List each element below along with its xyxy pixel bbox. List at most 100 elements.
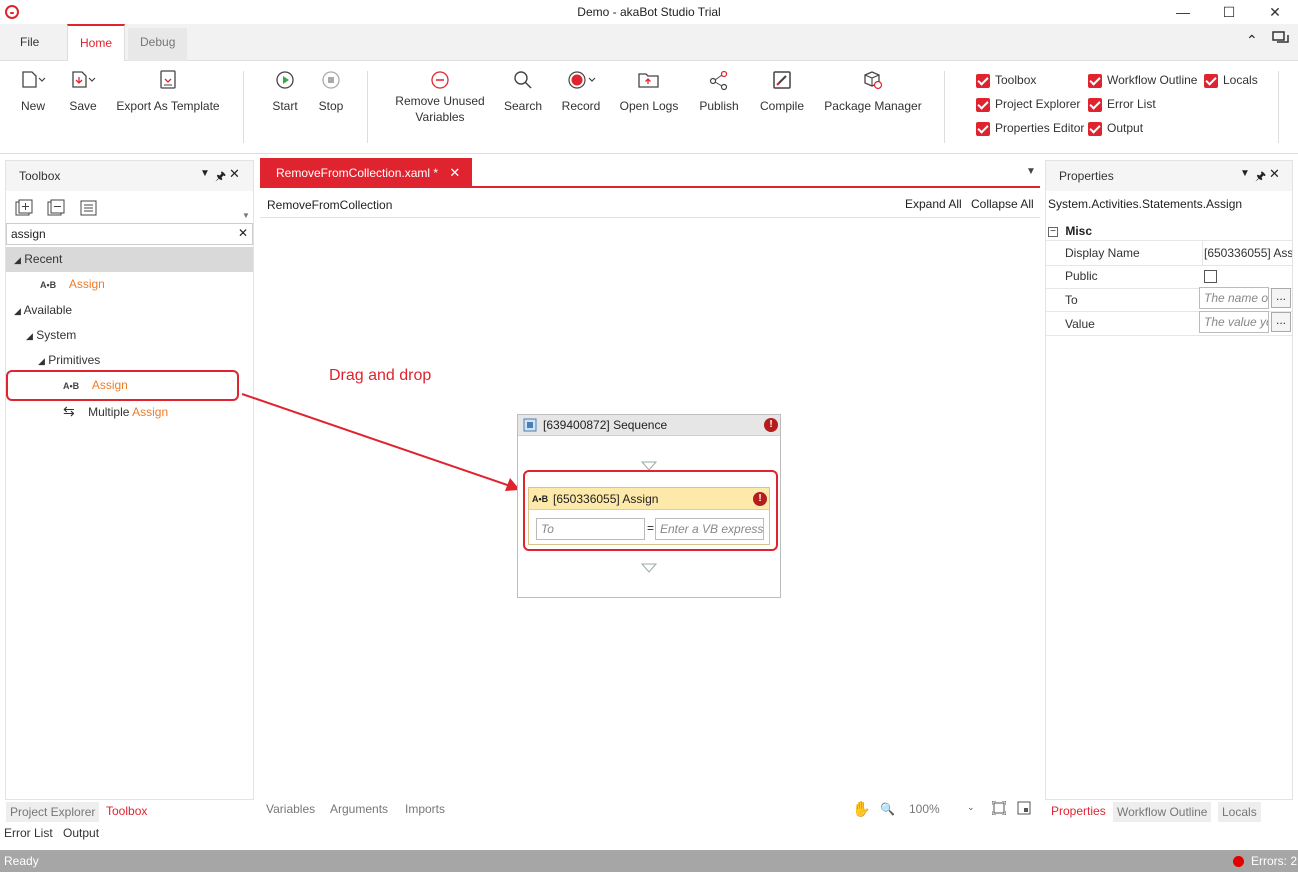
prop-row-public: Public bbox=[1046, 264, 1292, 289]
tree-category-recent[interactable]: ◢ Recent bbox=[6, 247, 253, 272]
properties-panel: Properties ▼ 🖈 ✕ System.Activities.State… bbox=[1045, 160, 1293, 800]
ribbon-separator bbox=[1278, 71, 1279, 143]
remove-circle-icon bbox=[392, 69, 488, 91]
checkbox-checked-icon bbox=[976, 97, 990, 112]
tree-item-multiple-assign[interactable]: ⇆ Multiple Assign bbox=[63, 399, 168, 424]
compile-button[interactable]: Compile bbox=[757, 69, 807, 113]
error-count[interactable]: Errors: 2 bbox=[1251, 854, 1297, 868]
tab-output[interactable]: Output bbox=[63, 823, 99, 843]
ribbon-separator bbox=[243, 71, 244, 143]
tab-variables[interactable]: Variables bbox=[266, 799, 315, 819]
tab-properties[interactable]: Properties bbox=[1051, 801, 1106, 821]
toolbox-panel: Toolbox ▼ 🖈 ✕ ▼ assign ✕ ◢ Recent A•B As… bbox=[5, 160, 254, 800]
collapse-category-icon[interactable]: − bbox=[1048, 226, 1058, 237]
stop-icon bbox=[315, 69, 347, 91]
toggle-toolbox[interactable]: Toolbox bbox=[976, 72, 1036, 88]
package-manager-button[interactable]: Package Manager bbox=[823, 69, 923, 113]
pin-icon[interactable]: 🖈 bbox=[1255, 167, 1266, 188]
stop-button[interactable]: Stop bbox=[315, 69, 347, 113]
expanded-triangle-icon: ◢ bbox=[26, 331, 33, 341]
expanded-triangle-icon: ◢ bbox=[14, 306, 21, 316]
prop-row-to: To The name o ... bbox=[1046, 287, 1292, 312]
toggle-project-explorer[interactable]: Project Explorer bbox=[976, 96, 1080, 112]
expand-all-icon[interactable] bbox=[14, 199, 34, 220]
status-bar: Ready Errors: 2 bbox=[0, 850, 1298, 872]
minimize-icon[interactable]: — bbox=[1172, 2, 1194, 22]
tab-error-list[interactable]: Error List bbox=[4, 823, 53, 843]
zoom-level[interactable]: 100% bbox=[909, 799, 940, 819]
export-template-button[interactable]: Export As Template bbox=[115, 69, 221, 113]
checkbox-checked-icon bbox=[976, 121, 990, 136]
pan-hand-icon[interactable]: ✋ bbox=[852, 800, 871, 818]
expand-all-link[interactable]: Expand All bbox=[905, 197, 962, 211]
collapse-all-icon[interactable] bbox=[46, 199, 66, 220]
value-expression-input[interactable]: The value yo bbox=[1199, 311, 1269, 333]
to-expression-input[interactable]: The name o bbox=[1199, 287, 1269, 309]
collapse-all-link[interactable]: Collapse All bbox=[971, 197, 1034, 211]
close-icon[interactable]: ✕ bbox=[1264, 2, 1286, 22]
value-ellipsis-button[interactable]: ... bbox=[1271, 312, 1291, 332]
swap-arrows-icon: ⇆ bbox=[63, 403, 75, 419]
prop-row-display-name: Display Name [650336055] Assi bbox=[1046, 241, 1292, 266]
chat-icon[interactable] bbox=[1272, 30, 1290, 49]
dropdown-icon[interactable]: ▼ bbox=[200, 168, 210, 179]
sequence-header[interactable]: [639400872] Sequence ! bbox=[518, 415, 780, 436]
new-file-icon bbox=[18, 69, 48, 91]
close-tab-icon[interactable]: ✕ bbox=[449, 165, 460, 180]
open-logs-button[interactable]: Open Logs bbox=[618, 69, 680, 113]
expanded-triangle-icon: ◢ bbox=[38, 356, 45, 366]
zoom-icon[interactable]: 🔍 bbox=[880, 802, 895, 816]
toggle-properties-editor[interactable]: Properties Editor bbox=[976, 120, 1084, 136]
ribbon-separator bbox=[944, 71, 945, 143]
toggle-output[interactable]: Output bbox=[1088, 120, 1143, 136]
tab-toolbox[interactable]: Toolbox bbox=[106, 801, 147, 821]
tab-arguments[interactable]: Arguments bbox=[330, 799, 388, 819]
tab-file[interactable]: File bbox=[8, 24, 51, 61]
designer-footer: Variables Arguments Imports ✋ 🔍 100% ⌄ bbox=[260, 798, 1040, 822]
search-button[interactable]: Search bbox=[503, 69, 543, 113]
toggle-locals[interactable]: Locals bbox=[1204, 72, 1258, 88]
to-ellipsis-button[interactable]: ... bbox=[1271, 288, 1291, 308]
toggle-workflow-outline[interactable]: Workflow Outline bbox=[1088, 72, 1197, 88]
tab-locals[interactable]: Locals bbox=[1218, 802, 1261, 822]
publish-button[interactable]: Publish bbox=[697, 69, 741, 113]
public-checkbox[interactable] bbox=[1204, 270, 1217, 283]
overview-icon[interactable] bbox=[1017, 801, 1031, 818]
start-button[interactable]: Start bbox=[269, 69, 301, 113]
document-tab[interactable]: RemoveFromCollection.xaml * ✕ bbox=[260, 158, 472, 188]
dropdown-icon[interactable]: ▼ bbox=[1240, 168, 1250, 179]
list-view-icon[interactable] bbox=[79, 199, 99, 220]
save-button[interactable]: Save bbox=[66, 69, 100, 113]
tab-home[interactable]: Home bbox=[67, 24, 126, 62]
record-button[interactable]: Record bbox=[560, 69, 602, 113]
tree-item-recent-assign[interactable]: A•B Assign bbox=[40, 272, 105, 297]
tree-category-system[interactable]: ◢ System bbox=[26, 323, 76, 348]
properties-category[interactable]: − Misc bbox=[1046, 221, 1292, 241]
tab-workflow-outline[interactable]: Workflow Outline bbox=[1113, 802, 1212, 822]
toolbox-search-input[interactable]: assign bbox=[6, 223, 253, 245]
document-tab-strip: RemoveFromCollection.xaml * ✕ ▼ bbox=[260, 158, 1040, 188]
remove-unused-variables-button[interactable]: Remove Unused Variables bbox=[392, 69, 488, 125]
tree-category-available[interactable]: ◢ Available bbox=[14, 298, 72, 323]
close-panel-icon[interactable]: ✕ bbox=[1269, 166, 1280, 182]
tab-menu-icon[interactable]: ▼ bbox=[1026, 166, 1036, 177]
save-icon bbox=[66, 69, 100, 91]
designer-header: RemoveFromCollection Expand All Collapse… bbox=[260, 190, 1040, 218]
maximize-icon[interactable]: ☐ bbox=[1218, 2, 1240, 22]
toggle-error-list[interactable]: Error List bbox=[1088, 96, 1156, 112]
sequence-activity[interactable]: [639400872] Sequence ! A•B [650336055] A… bbox=[517, 414, 781, 598]
tab-imports[interactable]: Imports bbox=[405, 799, 445, 819]
tab-debug[interactable]: Debug bbox=[128, 28, 188, 61]
fit-to-screen-icon[interactable] bbox=[991, 800, 1007, 818]
tab-project-explorer[interactable]: Project Explorer bbox=[6, 802, 100, 822]
collapse-ribbon-icon[interactable]: ⌃ bbox=[1246, 32, 1258, 49]
sequence-icon bbox=[523, 418, 537, 438]
clear-search-icon[interactable]: ✕ bbox=[238, 226, 248, 240]
pin-icon[interactable]: 🖈 bbox=[215, 167, 226, 188]
close-panel-icon[interactable]: ✕ bbox=[229, 166, 240, 182]
new-button[interactable]: New bbox=[18, 69, 48, 113]
breadcrumb[interactable]: RemoveFromCollection bbox=[267, 198, 392, 212]
display-name-value[interactable]: [650336055] Assi bbox=[1202, 241, 1292, 266]
zoom-dropdown-icon[interactable]: ⌄ bbox=[967, 802, 975, 813]
error-status-icon bbox=[1233, 856, 1244, 867]
